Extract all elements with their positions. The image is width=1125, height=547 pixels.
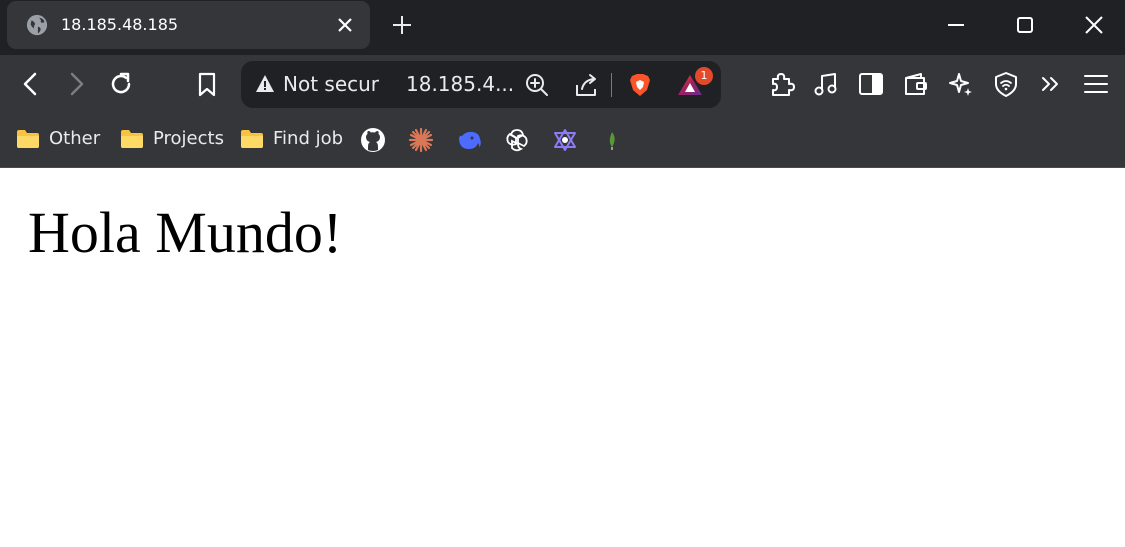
page-content: Hola Mundo!	[0, 168, 1125, 547]
rewards-badge: 1	[695, 67, 713, 85]
folder-icon	[17, 130, 39, 148]
tab-title: 18.185.48.185	[61, 15, 179, 34]
minimize-icon[interactable]	[945, 14, 967, 36]
mongodb-icon[interactable]	[600, 127, 626, 153]
menu-icon[interactable]	[1082, 70, 1110, 98]
reload-icon[interactable]	[107, 70, 135, 98]
page-heading: Hola Mundo!	[28, 200, 343, 265]
toolbar: Not secure 18.185.4... 1	[0, 55, 1125, 113]
music-icon[interactable]	[812, 70, 840, 98]
bookmark-folder-label: Projects	[153, 128, 224, 149]
globe-icon	[26, 14, 48, 36]
extensions-icon[interactable]	[768, 70, 796, 98]
bookmark-folder-other[interactable]: Other	[16, 127, 106, 151]
bookmarks-bar: Other Projects Find job	[0, 113, 1125, 168]
new-tab-icon[interactable]	[391, 14, 413, 36]
back-icon[interactable]	[17, 70, 45, 98]
close-tab-icon[interactable]	[336, 16, 354, 34]
forward-icon[interactable]	[62, 70, 90, 98]
bookmark-icon[interactable]	[193, 70, 221, 98]
claude-icon[interactable]	[408, 127, 434, 153]
security-label[interactable]: Not secure	[283, 72, 379, 96]
title-bar: 18.185.48.185	[0, 0, 1125, 55]
chevron-double-right-icon[interactable]	[1037, 70, 1065, 98]
deepseek-icon[interactable]	[456, 127, 482, 153]
address-bar[interactable]: Not secure 18.185.4... 1	[241, 61, 721, 108]
sidebar-icon[interactable]	[857, 70, 885, 98]
close-window-icon[interactable]	[1083, 14, 1105, 36]
zoom-icon[interactable]	[523, 71, 551, 99]
bookmark-folder-find-job[interactable]: Find job	[240, 127, 345, 151]
github-icon[interactable]	[360, 127, 386, 153]
share-icon[interactable]	[572, 71, 600, 99]
active-tab[interactable]: 18.185.48.185	[7, 1, 370, 49]
wallet-icon[interactable]	[902, 70, 930, 98]
warning-icon[interactable]	[255, 74, 275, 94]
folder-icon	[241, 130, 263, 148]
chatgpt-icon[interactable]	[504, 127, 530, 153]
leo-ai-icon[interactable]	[947, 70, 975, 98]
brave-shields-icon[interactable]	[626, 71, 654, 99]
bookmark-folder-label: Find job	[273, 128, 344, 149]
perplexity-icon[interactable]	[552, 127, 578, 153]
bookmark-folder-label: Other	[49, 128, 101, 149]
vpn-icon[interactable]	[992, 70, 1020, 98]
bookmark-folder-projects[interactable]: Projects	[120, 127, 225, 151]
folder-icon	[121, 130, 143, 148]
maximize-icon[interactable]	[1014, 14, 1036, 36]
url-text[interactable]: 18.185.4...	[406, 72, 514, 96]
omnibox-divider	[611, 73, 612, 97]
